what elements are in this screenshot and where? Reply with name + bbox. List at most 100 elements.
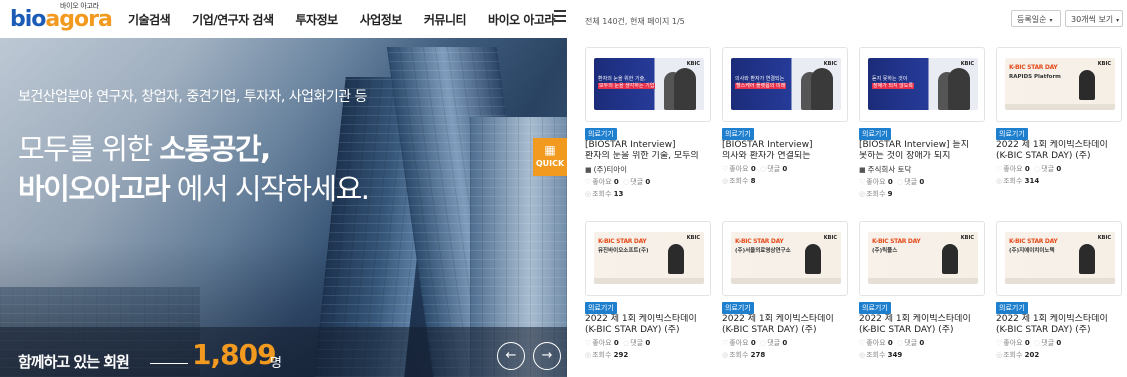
next-arrow-icon[interactable]: →	[533, 342, 561, 370]
kbic-logo: KBIC	[960, 61, 974, 67]
content-list: 전체 140건, 현재 페이지 1/5 등록일순 ▾ 30개씩 보기 ▾ KBIC 환…	[567, 0, 1127, 377]
card-thumbnail[interactable]: KBIC 듣지 못하는 것이 장애가 되지 않도록	[859, 47, 985, 122]
menu-business[interactable]: 사업정보	[360, 11, 403, 28]
card-stats: ♡좋아요 0 ◌댓글 0	[585, 178, 651, 186]
card-stats: ♡좋아요 0 ◌댓글 0	[722, 165, 788, 173]
card-stats: ♡좋아요 0 ◌댓글 0	[585, 339, 651, 347]
thumbnail-image: KBIC K-BIC STAR DAY (주)릭플스	[868, 232, 978, 284]
menu-company-search[interactable]: 기업/연구자 검색	[192, 11, 274, 28]
eye-icon: ◎	[996, 177, 1003, 185]
list-item[interactable]: KBIC K-BIC STAR DAY RAPIDS Platform 의료기기 202…	[996, 47, 1122, 207]
thumbnail-image: KBIC K-BIC STAR DAY (주)서울의료영상연구소	[731, 232, 841, 284]
comment-icon: ◌	[897, 339, 904, 347]
heart-icon: ♡	[996, 165, 1003, 173]
main-menu: 기술검색 기업/연구자 검색 투자정보 사업정보 커뮤니티 바이오 아고라	[128, 11, 567, 28]
card-title[interactable]: [BIOSTAR Interview] 듣지 못하는 것이 장애가 되지	[859, 140, 991, 162]
list-item[interactable]: KBIC 환자의 눈을 위한 기술, 모두의 눈을 생각하는 기업 의료기기 [BIOS…	[585, 47, 711, 207]
hamburger-icon[interactable]	[554, 10, 566, 22]
quick-label: QUICK	[535, 159, 565, 168]
category-badge: 의료기기	[585, 302, 617, 314]
divider	[150, 363, 188, 364]
menu-investment[interactable]: 투자정보	[296, 11, 339, 28]
kbic-logo: KBIC	[823, 235, 837, 241]
member-unit: 명	[270, 356, 282, 371]
kbic-logo: KBIC	[1097, 61, 1111, 67]
kbic-logo: KBIC	[686, 61, 700, 67]
menu-community[interactable]: 커뮤니티	[424, 11, 467, 28]
card-thumbnail[interactable]: KBIC 의사와 환자가 연결되는 헬스케어 플랫폼의 미래	[722, 47, 848, 122]
category-badge: 의료기기	[996, 302, 1028, 314]
prev-arrow-icon[interactable]: ←	[497, 342, 525, 370]
building-icon: ■	[859, 166, 866, 174]
card-thumbnail[interactable]: KBIC K-BIC STAR DAY (주)지에이치이노텍	[996, 221, 1122, 296]
card-org: ■ (주)티아이	[585, 165, 628, 174]
card-title[interactable]: [BIOSTAR Interview] 의사와 환자가 연결되는	[722, 140, 854, 162]
card-views: ◎조회수 8	[722, 177, 756, 185]
category-badge: 의료기기	[585, 128, 617, 140]
comment-icon: ◌	[760, 165, 767, 173]
heart-icon: ♡	[722, 165, 729, 173]
category-badge: 의료기기	[722, 302, 754, 314]
card-org: ■ 주식회사 토닥	[859, 165, 912, 174]
eye-icon: ◎	[722, 177, 729, 185]
comment-icon: ◌	[897, 178, 904, 186]
comment-icon: ◌	[760, 339, 767, 347]
eye-icon: ◎	[859, 190, 866, 198]
menu-bio-agora[interactable]: 바이오 아고라	[488, 11, 555, 28]
heart-icon: ♡	[859, 339, 866, 347]
card-stats: ♡좋아요 0 ◌댓글 0	[859, 178, 925, 186]
card-thumbnail[interactable]: KBIC K-BIC STAR DAY 뮤진바이오소프트(주)	[585, 221, 711, 296]
chevron-down-icon: ▾	[1116, 17, 1120, 24]
card-thumbnail[interactable]: KBIC 환자의 눈을 위한 기술, 모두의 눈을 생각하는 기업	[585, 47, 711, 122]
category-badge: 의료기기	[859, 128, 891, 140]
card-thumbnail[interactable]: KBIC K-BIC STAR DAY (주)릭플스	[859, 221, 985, 296]
list-item[interactable]: KBIC K-BIC STAR DAY (주)릭플스 의료기기 2022 제 1회 케이…	[859, 221, 985, 377]
category-badge: 의료기기	[722, 128, 754, 140]
quick-menu-button[interactable]: ▦ QUICK	[533, 138, 567, 176]
top-nav: 바이오 아고라 bioagora 기술검색 기업/연구자 검색 투자정보 사업정…	[0, 0, 567, 38]
heart-icon: ♡	[585, 178, 592, 186]
menu-tech-search[interactable]: 기술검색	[128, 11, 171, 28]
card-stats: ♡좋아요 0 ◌댓글 0	[996, 339, 1062, 347]
list-item[interactable]: KBIC K-BIC STAR DAY 뮤진바이오소프트(주) 의료기기 2022 제 …	[585, 221, 711, 377]
card-views: ◎조회수 314	[996, 177, 1040, 185]
thumbnail-image: KBIC 의사와 환자가 연결되는 헬스케어 플랫폼의 미래	[731, 58, 841, 110]
comment-icon: ◌	[1034, 339, 1041, 347]
card-views: ◎조회수 349	[859, 351, 903, 359]
chevron-down-icon: ▾	[1049, 17, 1053, 24]
list-item[interactable]: KBIC K-BIC STAR DAY (주)지에이치이노텍 의료기기 2022 제 1…	[996, 221, 1122, 377]
card-title[interactable]: 2022 제 1회 케이빅스타데이 (K-BIC STAR DAY) (주)	[585, 314, 717, 336]
list-item[interactable]: KBIC K-BIC STAR DAY (주)서울의료영상연구소 의료기기 2022 제…	[722, 221, 848, 377]
card-title[interactable]: 2022 제 1회 케이빅스타데이 (K-BIC STAR DAY) (주)	[859, 314, 991, 336]
comment-icon: ◌	[623, 339, 630, 347]
kbic-logo: KBIC	[1097, 235, 1111, 241]
logo-wordmark: bioagora	[10, 7, 113, 32]
building-icon: ■	[585, 166, 592, 174]
hero-section: 바이오 아고라 bioagora 기술검색 기업/연구자 검색 투자정보 사업정…	[0, 0, 567, 377]
list-item[interactable]: KBIC 의사와 환자가 연결되는 헬스케어 플랫폼의 미래 의료기기 [BIOSTAR…	[722, 47, 848, 207]
card-thumbnail[interactable]: KBIC K-BIC STAR DAY RAPIDS Platform	[996, 47, 1122, 122]
sort-select[interactable]: 등록일순 ▾	[1011, 10, 1061, 27]
per-page-select[interactable]: 30개씩 보기 ▾	[1065, 10, 1123, 27]
thumbnail-image: KBIC K-BIC STAR DAY RAPIDS Platform	[1005, 58, 1115, 110]
eye-icon: ◎	[722, 351, 729, 359]
card-views: ◎조회수 13	[585, 190, 624, 198]
eye-icon: ◎	[996, 351, 1003, 359]
card-title[interactable]: 2022 제 1회 케이빅스타데이 (K-BIC STAR DAY) (주)	[996, 314, 1127, 336]
card-title[interactable]: [BIOSTAR Interview] 환자의 눈을 위한 기술, 모두의	[585, 140, 717, 162]
member-count: 1,809	[192, 338, 277, 371]
list-item[interactable]: KBIC 듣지 못하는 것이 장애가 되지 않도록 의료기기 [BIOSTAR Inte…	[859, 47, 985, 207]
site-logo[interactable]: 바이오 아고라 bioagora	[8, 0, 113, 38]
card-title[interactable]: 2022 제 1회 케이빅스타데이 (K-BIC STAR DAY) (주)	[996, 140, 1127, 162]
member-label: 함께하고 있는 회원	[18, 353, 130, 371]
card-thumbnail[interactable]: KBIC K-BIC STAR DAY (주)서울의료영상연구소	[722, 221, 848, 296]
category-badge: 의료기기	[996, 128, 1028, 140]
result-summary: 전체 140건, 현재 페이지 1/5	[585, 17, 685, 26]
hero-headline-2: 바이오아고라 에서 시작하세요.	[18, 172, 370, 206]
heart-icon: ♡	[585, 339, 592, 347]
category-badge: 의료기기	[859, 302, 891, 314]
card-views: ◎조회수 9	[859, 190, 893, 198]
card-title[interactable]: 2022 제 1회 케이빅스타데이 (K-BIC STAR DAY) (주)	[722, 314, 854, 336]
thumbnail-image: KBIC 듣지 못하는 것이 장애가 되지 않도록	[868, 58, 978, 110]
card-stats: ♡좋아요 0 ◌댓글 0	[722, 339, 788, 347]
